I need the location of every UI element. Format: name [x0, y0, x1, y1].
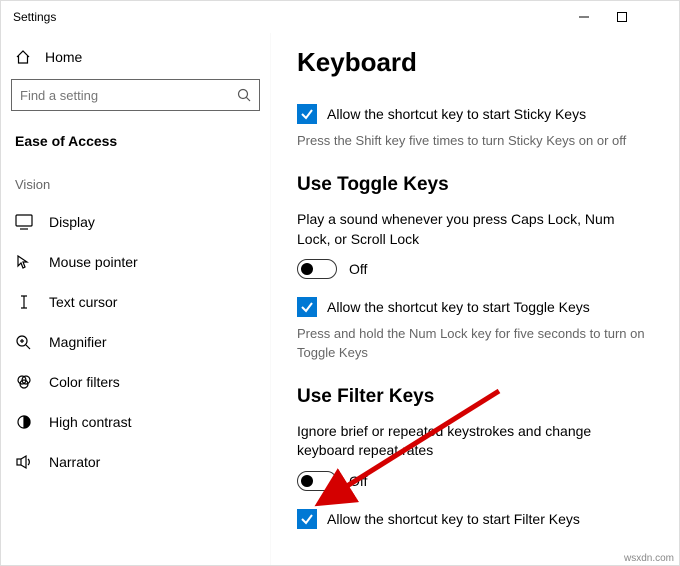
checkbox-icon [297, 297, 317, 317]
search-input[interactable] [20, 88, 237, 103]
filter-keys-toggle[interactable] [297, 471, 337, 491]
window-title: Settings [13, 10, 56, 24]
high-contrast-icon [15, 414, 33, 430]
sticky-keys-hint: Press the Shift key five times to turn S… [297, 132, 661, 150]
filter-keys-state: Off [349, 473, 367, 489]
search-icon [237, 88, 251, 102]
magnifier-icon [15, 334, 33, 350]
toggle-keys-desc: Play a sound whenever you press Caps Loc… [297, 210, 637, 249]
pointer-icon [15, 254, 33, 270]
checkbox-label: Allow the shortcut key to start Toggle K… [327, 299, 590, 315]
text-cursor-icon [15, 294, 33, 310]
display-icon [15, 214, 33, 230]
sidebar-item-label: Color filters [49, 374, 120, 390]
toggle-keys-heading: Use Toggle Keys [297, 174, 661, 196]
group-heading: Ease of Access [9, 125, 262, 171]
content-pane: Keyboard Allow the shortcut key to start… [271, 33, 679, 565]
maximize-button[interactable] [603, 3, 641, 31]
sidebar-item-label: High contrast [49, 414, 131, 430]
filter-keys-shortcut-checkbox[interactable]: Allow the shortcut key to start Filter K… [297, 509, 661, 529]
color-filters-icon [15, 374, 33, 390]
filter-keys-desc: Ignore brief or repeated keystrokes and … [297, 422, 637, 461]
toggle-keys-state: Off [349, 261, 367, 277]
page-title: Keyboard [297, 47, 661, 78]
sidebar-item-label: Mouse pointer [49, 254, 138, 270]
minimize-button[interactable] [565, 3, 603, 31]
watermark: wsxdn.com [624, 553, 674, 564]
sticky-keys-shortcut-checkbox[interactable]: Allow the shortcut key to start Sticky K… [297, 104, 661, 124]
toggle-keys-toggle[interactable] [297, 259, 337, 279]
narrator-icon [15, 454, 33, 470]
sidebar-item-magnifier[interactable]: Magnifier [9, 322, 262, 362]
sidebar-item-label: Display [49, 214, 95, 230]
sidebar-item-narrator[interactable]: Narrator [9, 442, 262, 482]
sidebar-item-color-filters[interactable]: Color filters [9, 362, 262, 402]
sidebar-item-label: Narrator [49, 454, 100, 470]
sidebar: Home Ease of Access Vision Display Mouse… [1, 33, 271, 565]
sidebar-item-high-contrast[interactable]: High contrast [9, 402, 262, 442]
toggle-keys-hint: Press and hold the Num Lock key for five… [297, 325, 661, 361]
filter-keys-heading: Use Filter Keys [297, 386, 661, 408]
checkbox-icon [297, 509, 317, 529]
search-box[interactable] [11, 79, 260, 111]
sidebar-item-display[interactable]: Display [9, 202, 262, 242]
nav-home[interactable]: Home [9, 39, 262, 79]
nav-home-label: Home [45, 49, 82, 65]
home-icon [15, 49, 31, 65]
sidebar-item-text-cursor[interactable]: Text cursor [9, 282, 262, 322]
sidebar-item-mouse-pointer[interactable]: Mouse pointer [9, 242, 262, 282]
checkbox-icon [297, 104, 317, 124]
checkbox-label: Allow the shortcut key to start Sticky K… [327, 106, 586, 122]
sidebar-item-label: Magnifier [49, 334, 107, 350]
toggle-keys-shortcut-checkbox[interactable]: Allow the shortcut key to start Toggle K… [297, 297, 661, 317]
category-label: Vision [9, 171, 262, 202]
checkbox-label: Allow the shortcut key to start Filter K… [327, 511, 580, 527]
sidebar-item-label: Text cursor [49, 294, 117, 310]
